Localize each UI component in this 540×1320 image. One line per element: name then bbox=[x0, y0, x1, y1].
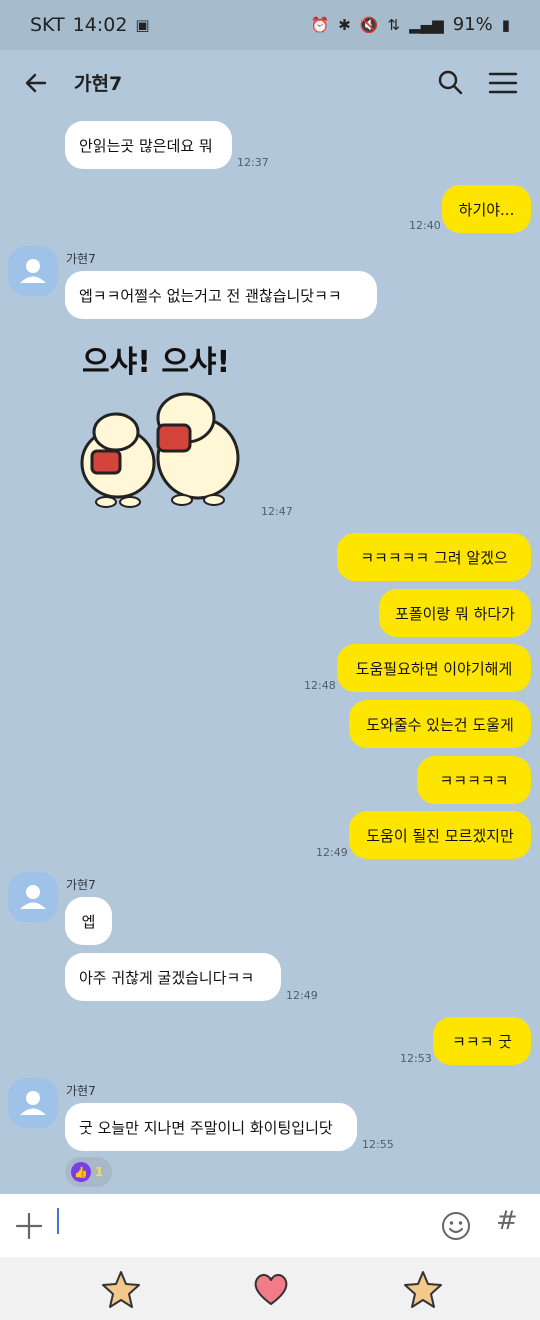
outgoing-message[interactable]: 포폴이랑 뭐 하다가 bbox=[379, 589, 531, 637]
status-bar: SKT 14:02 ▣ ⏰ ✱ 🔇 ⇅ ▂▄▆ 91% ▮ bbox=[0, 0, 540, 50]
heart-icon[interactable] bbox=[251, 1269, 291, 1309]
message-time: 12:40 bbox=[409, 219, 441, 232]
battery-icon: ▮ bbox=[501, 15, 510, 34]
person-icon bbox=[20, 885, 46, 909]
reaction-count: 1 bbox=[95, 1165, 104, 1179]
message-time: 12:53 bbox=[400, 1052, 432, 1065]
search-icon[interactable] bbox=[432, 64, 470, 102]
star-icon[interactable] bbox=[403, 1269, 443, 1309]
hash-icon[interactable]: # bbox=[496, 1206, 518, 1236]
message-time: 12:48 bbox=[304, 679, 336, 692]
bluetooth-icon: ✱ bbox=[338, 15, 351, 34]
outgoing-message[interactable]: 도움이 될진 모르겠지만 bbox=[349, 811, 531, 859]
message-time: 12:37 bbox=[237, 156, 269, 169]
mute-icon: 🔇 bbox=[359, 15, 379, 34]
message-input-bar: # bbox=[0, 1194, 540, 1257]
sender-name: 가현7 bbox=[66, 252, 96, 266]
duck-sticker[interactable]: 으샤! 으샤! bbox=[70, 340, 255, 520]
incoming-message[interactable]: 아주 귀찮게 굴겠습니다ㅋㅋ bbox=[65, 953, 281, 1001]
chat-title: 가현7 bbox=[74, 73, 123, 95]
sender-name: 가현7 bbox=[66, 1084, 96, 1098]
message-time: 12:55 bbox=[362, 1138, 394, 1151]
person-icon bbox=[20, 259, 46, 283]
outgoing-message[interactable]: 하기야... bbox=[442, 185, 531, 233]
incoming-message[interactable]: 엡 bbox=[65, 897, 112, 945]
back-arrow-icon[interactable] bbox=[18, 64, 56, 102]
carrier-label: SKT bbox=[30, 14, 65, 36]
message-time: 12:49 bbox=[316, 846, 348, 859]
avatar[interactable] bbox=[8, 246, 58, 296]
gallery-icon: ▣ bbox=[135, 16, 150, 34]
outgoing-message[interactable]: 도움필요하면 이야기해게 bbox=[337, 644, 531, 692]
outgoing-message[interactable]: ㅋㅋㅋㅋㅋ bbox=[417, 756, 531, 804]
outgoing-message[interactable]: ㅋㅋㅋㅋㅋ 그려 알겠으 bbox=[337, 533, 531, 581]
clock: 14:02 bbox=[72, 14, 128, 36]
plus-icon[interactable] bbox=[14, 1211, 44, 1241]
emoticon-tray bbox=[0, 1257, 540, 1320]
signal-icon: ▂▄▆ bbox=[409, 15, 444, 34]
reaction-badge[interactable]: 👍 1 bbox=[65, 1157, 112, 1187]
battery-percent: 91% bbox=[452, 14, 493, 35]
alarm-icon: ⏰ bbox=[310, 15, 330, 34]
message-input[interactable] bbox=[57, 1208, 59, 1234]
avatar[interactable] bbox=[8, 872, 58, 922]
star-icon[interactable] bbox=[101, 1269, 141, 1309]
person-icon bbox=[20, 1091, 46, 1115]
message-time: 12:49 bbox=[286, 989, 318, 1002]
thumbs-up-icon: 👍 bbox=[71, 1162, 91, 1182]
5g-icon: ⇅ bbox=[387, 15, 401, 34]
incoming-message[interactable]: 엡ㅋㅋ어쩔수 없는거고 전 괜찮습니닷ㅋㅋ bbox=[65, 271, 377, 319]
incoming-message[interactable]: 굿 오늘만 지나면 주말이니 화이팅입니닷 bbox=[65, 1103, 357, 1151]
avatar[interactable] bbox=[8, 1078, 58, 1128]
emoji-icon[interactable] bbox=[440, 1210, 472, 1242]
message-time: 12:47 bbox=[261, 505, 293, 518]
sticker-caption: 으샤! 으샤! bbox=[82, 345, 230, 380]
sender-name: 가현7 bbox=[66, 878, 96, 892]
outgoing-message[interactable]: 도와줄수 있는건 도울게 bbox=[349, 700, 531, 748]
chat-header: 가현7 bbox=[0, 50, 540, 116]
outgoing-message[interactable]: ㅋㅋㅋ 굿 bbox=[433, 1017, 531, 1065]
menu-icon[interactable] bbox=[484, 64, 522, 102]
incoming-message[interactable]: 안읽는곳 많은데요 뭐 bbox=[65, 121, 232, 169]
